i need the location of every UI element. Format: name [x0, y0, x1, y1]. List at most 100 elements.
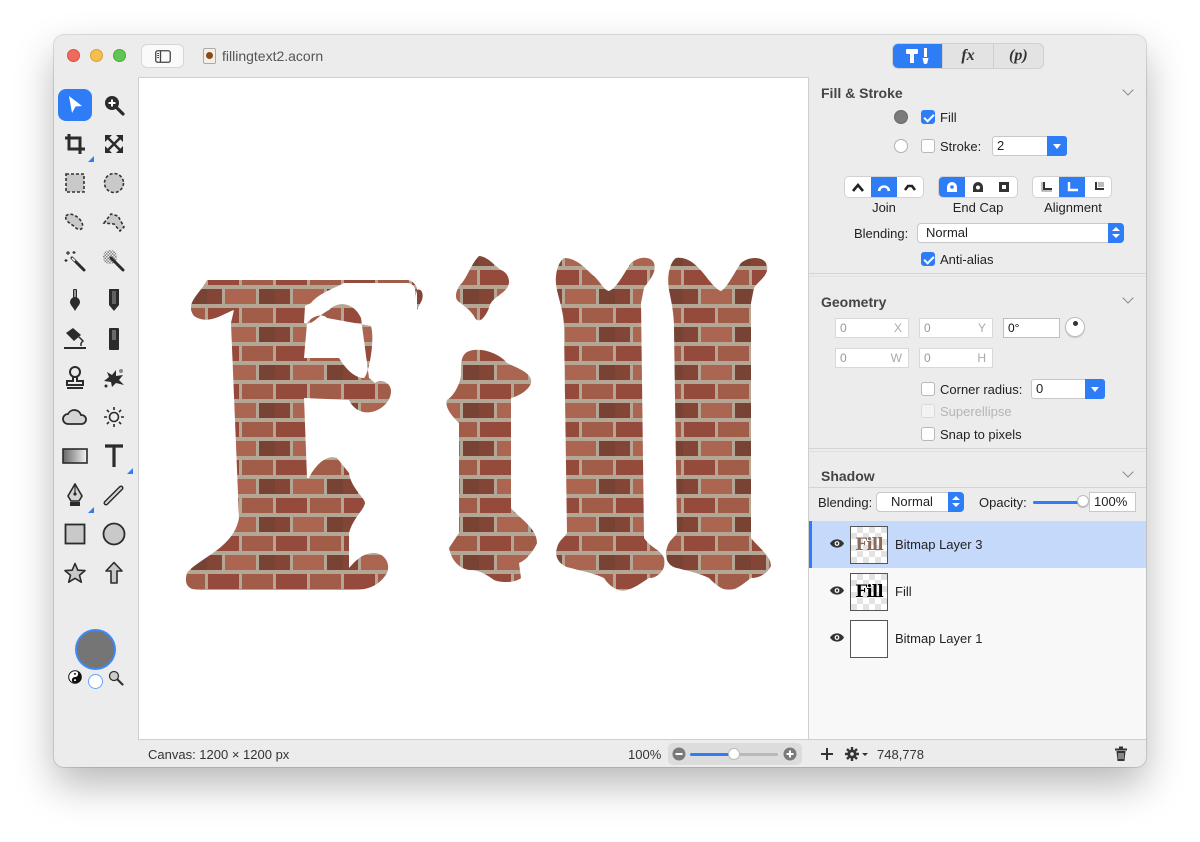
- corner-radius-label: Corner radius:: [940, 382, 1023, 397]
- x-field[interactable]: 0X: [835, 318, 909, 338]
- eye-icon[interactable]: [829, 585, 845, 596]
- snap-to-pixels-checkbox[interactable]: [921, 427, 935, 441]
- foreground-color-well[interactable]: [77, 631, 114, 668]
- lasso-tool[interactable]: [58, 206, 92, 238]
- magic-wand-tool[interactable]: [58, 245, 92, 277]
- blending-mode-popup[interactable]: Normal: [917, 223, 1124, 243]
- fill-stroke-collapse-chevron-icon[interactable]: [1122, 84, 1134, 96]
- endcap-butt-button[interactable]: [939, 177, 965, 197]
- layer-row[interactable]: Fill Bitmap Layer 3: [809, 521, 1146, 568]
- y-field[interactable]: 0Y: [919, 318, 993, 338]
- join-bevel-button[interactable]: [897, 177, 923, 197]
- transform-tool[interactable]: [97, 128, 131, 160]
- eye-icon[interactable]: [829, 538, 845, 549]
- antialias-checkbox[interactable]: [921, 252, 935, 266]
- opacity-field[interactable]: 100%: [1089, 492, 1136, 512]
- fill-checkbox[interactable]: [921, 110, 935, 124]
- color-picker-magnifier-icon[interactable]: [108, 670, 124, 686]
- shadow-blending-popup[interactable]: Normal: [876, 492, 964, 512]
- cloud-icon: [62, 409, 87, 425]
- gradient-tool[interactable]: [58, 440, 92, 472]
- tab-properties[interactable]: (p): [994, 44, 1043, 68]
- endcap-round-button[interactable]: [965, 177, 991, 197]
- rotation-dial[interactable]: [1065, 317, 1085, 337]
- tab-tools[interactable]: [893, 44, 944, 68]
- clone-tool[interactable]: [58, 362, 92, 394]
- section-divider: [809, 448, 1146, 449]
- alignment-outside-button[interactable]: [1085, 177, 1111, 197]
- zoom-window-button[interactable]: [113, 49, 126, 62]
- layer-row[interactable]: Bitmap Layer 1: [809, 615, 1146, 662]
- corner-radius-checkbox[interactable]: [921, 382, 935, 396]
- alignment-inside-button[interactable]: [1033, 177, 1059, 197]
- section-divider: [809, 273, 1146, 274]
- color-controls: [68, 670, 128, 690]
- rectangle-tool[interactable]: [58, 518, 92, 550]
- smudge-tool[interactable]: [97, 362, 131, 394]
- line-tool[interactable]: [97, 479, 131, 511]
- geometry-collapse-chevron-icon[interactable]: [1122, 292, 1134, 304]
- join-round-button[interactable]: [871, 177, 897, 197]
- layer-name: Fill: [895, 584, 912, 599]
- arrow-tool[interactable]: [97, 557, 131, 589]
- stroke-width-dropdown-icon[interactable]: [1047, 136, 1067, 156]
- zoom-tool[interactable]: [97, 89, 131, 121]
- trash-icon[interactable]: [1114, 746, 1128, 762]
- corner-radius-combo[interactable]: 0: [1031, 379, 1105, 399]
- pencil-tool[interactable]: [97, 284, 131, 316]
- instant-alpha-tool[interactable]: [97, 245, 131, 277]
- eraser-tool[interactable]: [97, 323, 131, 355]
- letter-l-1: [555, 257, 665, 591]
- sidebar-toggle-button[interactable]: [141, 44, 184, 68]
- polygon-lasso-tool[interactable]: [97, 206, 131, 238]
- select-tool[interactable]: [58, 89, 92, 121]
- text-tool[interactable]: [97, 440, 133, 474]
- stroke-checkbox[interactable]: [921, 139, 935, 153]
- join-miter-button[interactable]: [845, 177, 871, 197]
- corner-radius-dropdown-icon[interactable]: [1085, 379, 1105, 399]
- blur-tool[interactable]: [58, 401, 92, 433]
- swap-colors-icon[interactable]: [68, 670, 82, 684]
- ellipse-select-tool[interactable]: [97, 167, 131, 199]
- antialias-label: Anti-alias: [940, 252, 994, 267]
- oval-tool[interactable]: [97, 518, 131, 550]
- rect-select-tool[interactable]: [58, 167, 92, 199]
- zoom-in-icon[interactable]: [783, 747, 797, 761]
- zoom-slider-knob[interactable]: [728, 748, 740, 760]
- canvas[interactable]: [138, 77, 809, 739]
- background-color-well[interactable]: [88, 674, 103, 689]
- shadow-collapse-chevron-icon[interactable]: [1122, 466, 1134, 478]
- crop-tool[interactable]: [58, 128, 94, 162]
- eye-icon[interactable]: [829, 632, 845, 643]
- rotation-field[interactable]: 0°: [1003, 318, 1060, 338]
- align-center-icon: [1067, 182, 1078, 192]
- pen-tool[interactable]: [58, 479, 94, 513]
- layers-list: Fill Bitmap Layer 3 Fill Fill Bitmap Lay…: [809, 521, 1146, 739]
- fill-color-well[interactable]: [894, 110, 908, 124]
- paint-bucket-tool[interactable]: [58, 323, 92, 355]
- instant-alpha-icon: [103, 250, 125, 272]
- star-tool[interactable]: [58, 557, 92, 589]
- brush-tool[interactable]: [58, 284, 92, 316]
- stroke-color-well[interactable]: [894, 139, 908, 153]
- document-title: fillingtext2.acorn: [222, 48, 324, 64]
- opacity-slider-knob[interactable]: [1077, 495, 1089, 507]
- width-field[interactable]: 0W: [835, 348, 909, 368]
- lasso-icon: [64, 213, 84, 231]
- dodge-tool[interactable]: [97, 401, 131, 433]
- opacity-slider-track[interactable]: [1033, 501, 1083, 504]
- stroke-width-combo[interactable]: 2: [992, 136, 1067, 156]
- close-window-button[interactable]: [67, 49, 80, 62]
- endcap-square-button[interactable]: [991, 177, 1017, 197]
- height-field[interactable]: 0H: [919, 348, 993, 368]
- add-layer-icon[interactable]: [820, 747, 834, 761]
- alignment-center-button[interactable]: [1059, 177, 1085, 197]
- minimize-window-button[interactable]: [90, 49, 103, 62]
- line-icon: [103, 485, 124, 506]
- sidebar-icon: [154, 49, 171, 63]
- zoom-out-icon[interactable]: [672, 747, 686, 761]
- tab-filters[interactable]: fx: [943, 44, 994, 68]
- gear-menu-icon[interactable]: [844, 746, 870, 762]
- layer-row[interactable]: Fill Fill: [809, 568, 1146, 615]
- dashed-circle-icon: [103, 172, 125, 194]
